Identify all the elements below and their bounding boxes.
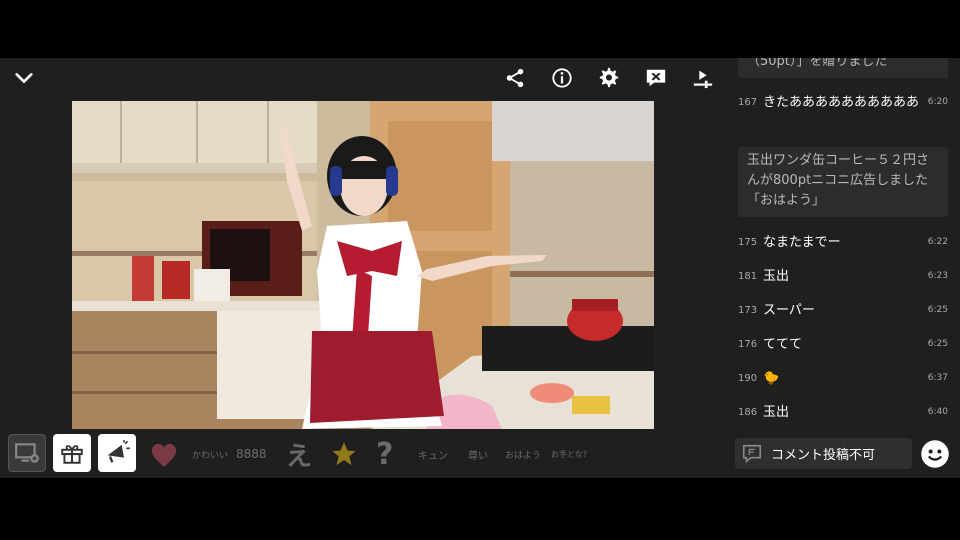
star-stamp[interactable] xyxy=(330,440,358,468)
ohayou-stamp[interactable]: おはよう xyxy=(505,440,541,468)
comment-text: ててて xyxy=(763,337,803,352)
comment-row[interactable]: 186 玉出 6:40 xyxy=(730,403,960,432)
kyun-stamp[interactable]: キュン xyxy=(418,440,448,468)
gift-notice-text: （50pt）」を贈りました xyxy=(747,58,888,69)
stamp-label: え xyxy=(286,441,313,472)
comment-row[interactable]: 175 なまたまでー 6:22 xyxy=(730,233,960,263)
stamp-label: お手とな? xyxy=(551,449,588,459)
kawaii-stamp[interactable]: かわいい xyxy=(192,440,228,468)
comment-text: スーパー xyxy=(763,303,815,318)
comment-number: 176 xyxy=(738,339,758,350)
gift-notice: （50pt）」を贈りました xyxy=(738,58,948,78)
question-stamp[interactable]: ? xyxy=(376,437,393,472)
comment-time: 6:25 xyxy=(927,339,948,349)
comment-row[interactable]: 167 きたああああああああああ 6:20 xyxy=(730,93,960,137)
comment-time: 6:23 xyxy=(927,271,948,281)
comment-row[interactable]: 173 スーパー 6:25 xyxy=(730,301,960,331)
chevron-down-icon[interactable] xyxy=(10,64,38,92)
comment-text: 玉出 xyxy=(763,269,790,284)
comment-input-placeholder: コメント投稿不可 xyxy=(771,448,876,463)
stamp-label: おはよう xyxy=(505,450,542,461)
8888-stamp[interactable]: 8888 xyxy=(236,440,267,468)
stamp-label: かわいい xyxy=(192,450,229,461)
comment-number: 190 xyxy=(738,373,758,384)
comment-row[interactable]: 176 ててて 6:25 xyxy=(730,335,960,365)
sonkii-stamp[interactable]: 尊い xyxy=(468,440,488,468)
comment-number: 181 xyxy=(738,271,758,282)
comment-time: 6:37 xyxy=(927,373,948,383)
info-icon[interactable] xyxy=(548,64,576,92)
oshite-stamp[interactable]: お手とな? xyxy=(551,440,587,468)
megaphone-icon[interactable] xyxy=(98,434,136,472)
comment-text: 🐤 xyxy=(763,371,780,386)
comment-number: 167 xyxy=(738,97,758,108)
reaction-bar: かわいい 8888 え ? キュン 尊い おはよう お手とな? xyxy=(0,432,730,476)
quality-icon[interactable] xyxy=(689,64,717,92)
comment-time: 6:40 xyxy=(927,407,948,417)
stamp-label: 尊い xyxy=(468,450,488,462)
ad-notice: 玉出ワンダ缶コーヒー５２円さんが800ptニコニ広告しました「おはよう」 xyxy=(738,147,948,217)
heart-stamp[interactable] xyxy=(148,440,180,468)
comment-number: 186 xyxy=(738,407,758,418)
comment-input[interactable]: コメント投稿不可 xyxy=(735,438,912,469)
stamp-label: キュン xyxy=(418,450,448,462)
live-player: かわいい 8888 え ? キュン 尊い おはよう お手とな? （50pt）」を… xyxy=(0,58,960,478)
comment-time: 6:20 xyxy=(927,97,948,107)
ad-notice-text: 玉出ワンダ缶コーヒー５２円さんが800ptニコニ広告しました「おはよう」 xyxy=(747,153,930,208)
comment-text: なまたまでー xyxy=(763,235,841,250)
comment-time: 6:22 xyxy=(927,237,948,247)
stamp-label: ? xyxy=(376,436,394,472)
smiley-icon[interactable] xyxy=(920,439,950,469)
gear-icon[interactable] xyxy=(595,64,623,92)
comment-list[interactable]: （50pt）」を贈りました 167 きたああああああああああ 6:20 玉出ワン… xyxy=(730,58,960,432)
comment-row[interactable]: 190 🐤 6:37 xyxy=(730,369,960,399)
video-player[interactable] xyxy=(72,101,654,429)
comment-text: きたああああああああああ xyxy=(763,95,920,110)
gift-icon[interactable] xyxy=(53,434,91,472)
share-icon[interactable] xyxy=(501,64,529,92)
comment-row[interactable]: 181 玉出 6:23 xyxy=(730,267,960,297)
stream-video-frame xyxy=(72,101,654,429)
comment-text: 玉出 xyxy=(763,405,790,420)
comment-hide-icon[interactable] xyxy=(642,64,670,92)
comment-time: 6:25 xyxy=(927,305,948,315)
stamp-label: 8888 xyxy=(236,447,267,461)
comment-number: 175 xyxy=(738,237,758,248)
screen-add-icon[interactable] xyxy=(8,434,46,472)
comment-icon xyxy=(742,444,762,463)
e-stamp[interactable]: え xyxy=(286,440,312,472)
comment-number: 173 xyxy=(738,305,758,316)
